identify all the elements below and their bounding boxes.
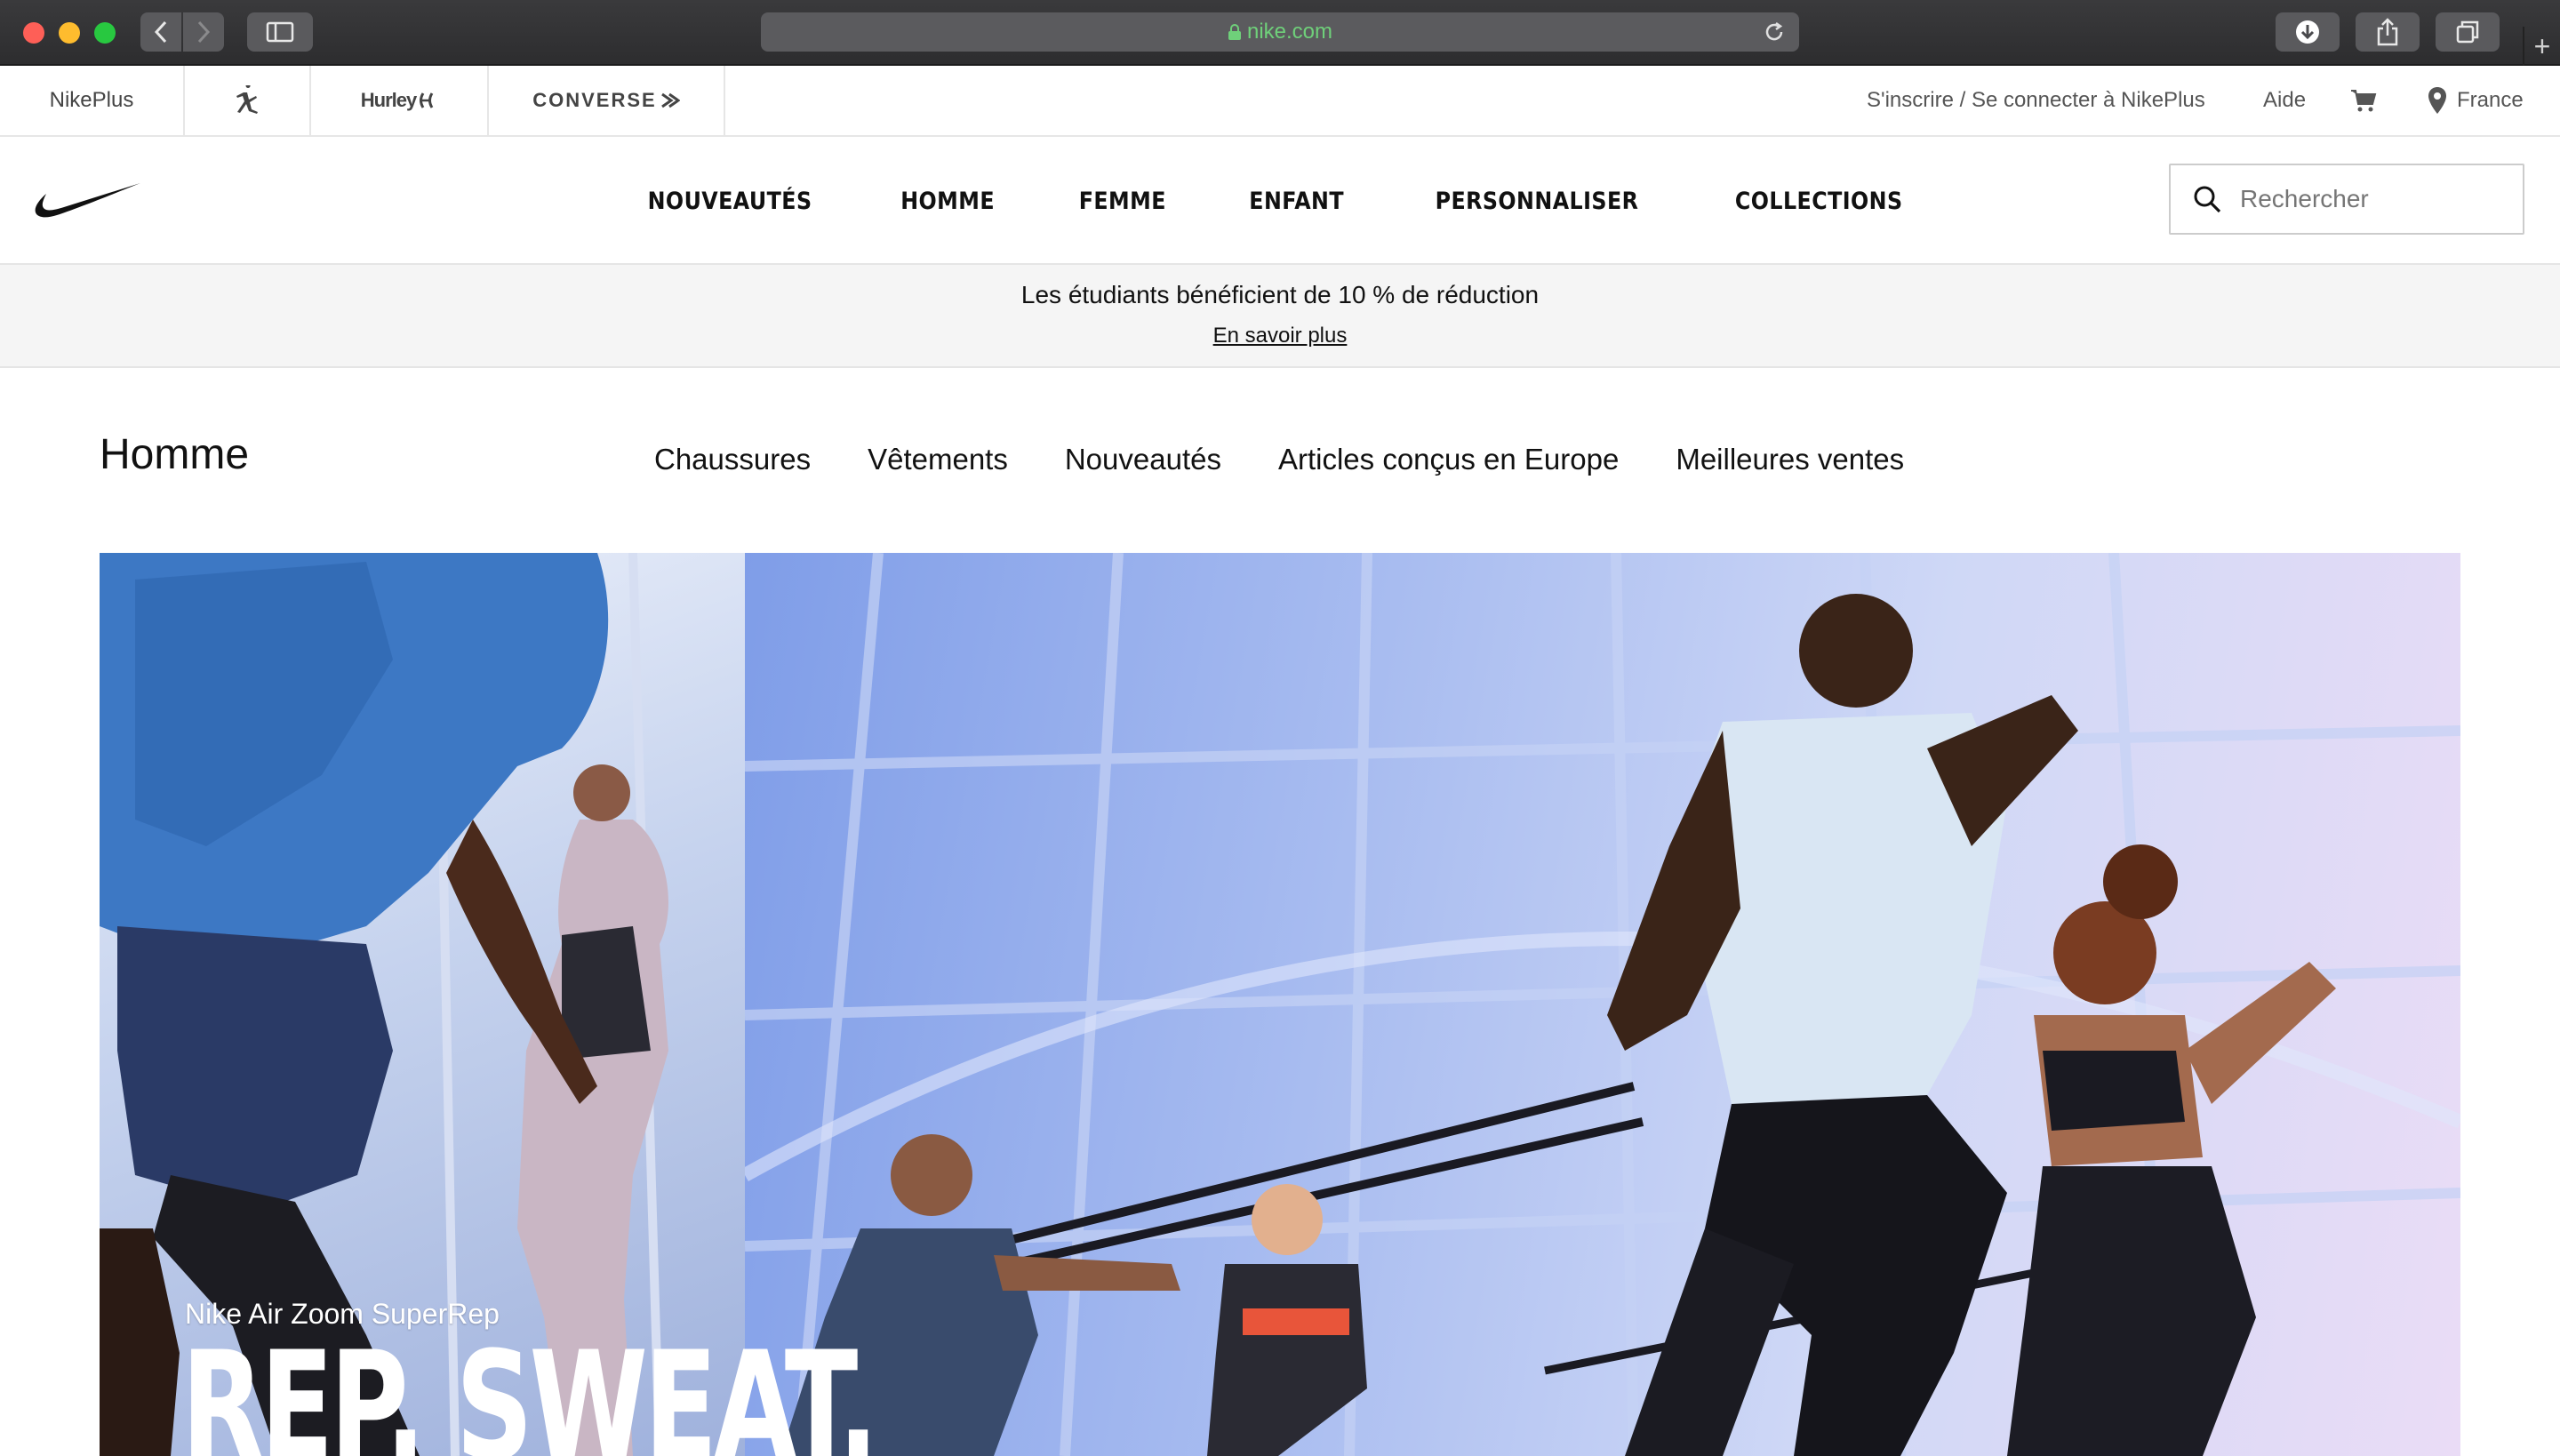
tabs-icon [2456, 20, 2479, 44]
converse-chevron-icon [660, 92, 680, 108]
new-tab-button[interactable]: + [2523, 27, 2560, 66]
downloads-button[interactable] [2276, 12, 2340, 52]
sidebar-toggle-button[interactable] [247, 12, 313, 52]
nav-item-collections[interactable]: COLLECTIONS [1735, 188, 1903, 215]
share-icon [2377, 18, 2398, 46]
converse-logo: CONVERSE [532, 89, 657, 111]
promo-learn-more-link[interactable]: En savoir plus [0, 324, 2560, 348]
search-input[interactable] [2240, 185, 2507, 213]
nav-item-homme[interactable]: HOMME [901, 188, 996, 215]
share-button[interactable] [2356, 12, 2420, 52]
chevron-left-icon [154, 20, 167, 44]
help-link[interactable]: Aide [2263, 66, 2306, 135]
close-window-button[interactable] [23, 22, 44, 44]
jordan-link[interactable] [185, 66, 311, 135]
nav-item-femme[interactable]: FEMME [1078, 188, 1165, 215]
nav-item-nouveautes[interactable]: NOUVEAUTÉS [648, 188, 812, 215]
browser-toolbar: nike.com + [0, 0, 2560, 66]
chevron-right-icon [197, 20, 211, 44]
page: nike.com + NikePlus Hurley CONVERSE S'in… [0, 0, 2560, 1456]
location-pin-icon [2428, 87, 2446, 114]
reload-icon[interactable] [1762, 20, 1787, 44]
subnav-item-chaussures[interactable]: Chaussures [654, 443, 811, 476]
utility-bar: NikePlus Hurley CONVERSE S'inscrire / Se… [0, 66, 2560, 137]
hurley-mark-icon [420, 92, 434, 108]
hero-banner[interactable]: Nike Air Zoom SuperRep REP. SWEAT. [100, 553, 2460, 1456]
cart-button[interactable] [2350, 66, 2377, 135]
country-selector[interactable]: France [2427, 66, 2524, 135]
plus-icon: + [2533, 29, 2551, 62]
nav-item-enfant[interactable]: ENFANT [1249, 188, 1344, 215]
help-label: Aide [2263, 88, 2307, 112]
download-icon [2296, 20, 2319, 44]
search-box[interactable] [2169, 164, 2524, 235]
signin-label: S'inscrire / Se connecter à NikePlus [1867, 88, 2205, 112]
subnav-item-articles-europe[interactable]: Articles conçus en Europe [1278, 443, 1619, 476]
category-subnav: Chaussures Vêtements Nouveautés Articles… [654, 443, 1904, 476]
back-button[interactable] [140, 12, 181, 52]
nikeplus-label: NikePlus [49, 88, 134, 112]
converse-link[interactable]: CONVERSE [489, 66, 725, 135]
zoom-window-button[interactable] [94, 22, 116, 44]
subnav-item-vetements[interactable]: Vêtements [868, 443, 1008, 476]
lock-icon [1228, 24, 1241, 40]
forward-button[interactable] [183, 12, 224, 52]
nikeplus-link[interactable]: NikePlus [0, 66, 185, 135]
promo-banner: Les étudiants bénéficient de 10 % de réd… [0, 265, 2560, 368]
search-icon [2194, 186, 2221, 213]
hurley-link[interactable]: Hurley [311, 66, 489, 135]
subnav-item-nouveautes[interactable]: Nouveautés [1065, 443, 1221, 476]
tab-overview-button[interactable] [2436, 12, 2500, 52]
signin-link[interactable]: S'inscrire / Se connecter à NikePlus [1867, 66, 2205, 135]
sidebar-icon [266, 21, 294, 43]
url-text: nike.com [1246, 20, 1333, 44]
hero-headline: REP. SWEAT. [181, 1319, 879, 1456]
minimize-window-button[interactable] [59, 22, 80, 44]
subnav-item-meilleures-ventes[interactable]: Meilleures ventes [1676, 443, 1904, 476]
cart-icon [2351, 90, 2377, 112]
hurley-logo: Hurley [360, 89, 417, 111]
main-navigation: NOUVEAUTÉS HOMME FEMME ENFANT PERSONNALI… [0, 137, 2560, 265]
page-title: Homme [100, 431, 250, 478]
hero-photo-right [745, 553, 2460, 1456]
country-label: France [2457, 88, 2524, 112]
promo-message: Les étudiants bénéficient de 10 % de réd… [1020, 281, 1540, 308]
address-bar[interactable]: nike.com [761, 12, 1799, 52]
nav-item-personnaliser[interactable]: PERSONNALISER [1436, 188, 1639, 215]
jumpman-icon [236, 85, 258, 114]
hero-right-illustration [745, 553, 2460, 1456]
